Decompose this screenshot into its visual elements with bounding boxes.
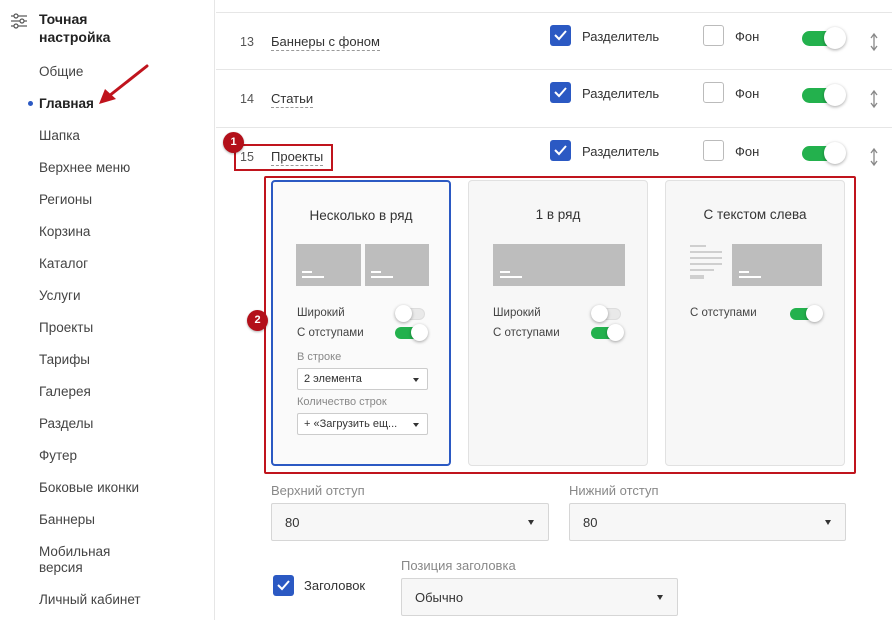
rows-count-select[interactable]: + «Загрузить ещ... (297, 413, 428, 435)
layout-card-multi[interactable]: Несколько в ряд Широкий С отступами В ст… (271, 180, 451, 466)
check-icon (554, 30, 567, 41)
sidebar-item-mobile[interactable]: Мобильная версия (39, 544, 134, 576)
section-toggle[interactable] (802, 142, 846, 164)
sidebar-item-tariffs[interactable]: Тарифы (39, 352, 189, 368)
padding-label: С отступами (690, 307, 757, 319)
sidebar-item-cart[interactable]: Корзина (39, 224, 189, 240)
wide-label: Широкий (297, 307, 345, 319)
divider-label: Разделитель (582, 29, 660, 44)
sidebar-item-footer[interactable]: Футер (39, 448, 189, 464)
row-number: 13 (240, 35, 254, 49)
per-row-select[interactable]: 2 элемента (297, 368, 428, 390)
sidebar-item-banners[interactable]: Баннеры (39, 512, 189, 528)
sidebar-item-account[interactable]: Личный кабинет (39, 592, 189, 608)
preview-image (493, 244, 625, 286)
bottom-spacing-value: 80 (583, 515, 598, 530)
check-icon (277, 580, 290, 591)
caret-down-icon (825, 520, 831, 525)
check-icon (554, 145, 567, 156)
background-label: Фон (735, 86, 760, 101)
check-icon (554, 87, 567, 98)
background-label: Фон (735, 29, 760, 44)
preview-image (296, 244, 361, 286)
sidebar-item-projects[interactable]: Проекты (39, 320, 189, 336)
preview-image (732, 244, 822, 286)
preview-image (365, 244, 429, 286)
section-toggle[interactable] (802, 27, 846, 49)
divider-checkbox[interactable] (550, 140, 571, 161)
caret-down-icon (528, 520, 534, 525)
sidebar-item-side-icons[interactable]: Боковые иконки (39, 480, 189, 496)
text-lines-icon (690, 245, 722, 283)
drag-handle-icon[interactable] (869, 89, 879, 109)
drag-handle-icon[interactable] (869, 32, 879, 52)
row-name[interactable]: Баннеры с фоном (271, 34, 380, 51)
padding-label: С отступами (493, 327, 560, 339)
annotation-badge-1: 1 (223, 132, 244, 153)
annotation-arrow (99, 64, 149, 104)
caret-down-icon (413, 378, 419, 382)
background-checkbox[interactable] (703, 82, 724, 103)
heading-position-select[interactable]: Обычно (401, 578, 678, 616)
sidebar-item-header[interactable]: Шапка (39, 128, 189, 144)
wide-toggle[interactable] (395, 305, 429, 323)
padding-toggle[interactable] (395, 324, 429, 342)
active-dot (28, 101, 33, 106)
section-row: 14 Статьи Разделитель Фон (216, 70, 892, 128)
background-checkbox[interactable] (703, 140, 724, 161)
sidebar: Точная настройка Общие Главная Шапка Вер… (0, 0, 215, 620)
sidebar-item-top-menu[interactable]: Верхнее меню (39, 160, 189, 176)
top-spacing-label: Верхний отступ (271, 483, 365, 498)
sidebar-item-catalog[interactable]: Каталог (39, 256, 189, 272)
heading-position-label: Позиция заголовка (401, 558, 516, 573)
divider-checkbox[interactable] (550, 82, 571, 103)
per-row-value: 2 элемента (304, 373, 362, 385)
bottom-spacing-select[interactable]: 80 (569, 503, 846, 541)
divider-checkbox[interactable] (550, 25, 571, 46)
sidebar-item-services[interactable]: Услуги (39, 288, 189, 304)
heading-label: Заголовок (304, 578, 366, 593)
top-spacing-value: 80 (285, 515, 300, 530)
padding-toggle[interactable] (591, 324, 625, 342)
divider-label: Разделитель (582, 86, 660, 101)
annotation-badge-2: 2 (247, 310, 268, 331)
sidebar-item-sections[interactable]: Разделы (39, 416, 189, 432)
layout-card-single[interactable]: 1 в ряд Широкий С отступами (468, 180, 648, 466)
sidebar-header: Точная настройка (10, 10, 110, 45)
caret-down-icon (657, 595, 663, 600)
sliders-icon (11, 13, 27, 29)
caret-down-icon (413, 423, 419, 427)
divider-label: Разделитель (582, 144, 660, 159)
section-toggle[interactable] (802, 84, 846, 106)
wide-toggle[interactable] (591, 305, 625, 323)
row-name[interactable]: Статьи (271, 91, 314, 108)
top-spacing-select[interactable]: 80 (271, 503, 549, 541)
section-row: 13 Баннеры с фоном Разделитель Фон (216, 12, 892, 70)
annotation-box (234, 144, 333, 171)
rows-count-caption: Количество строк (297, 396, 387, 408)
row-number: 14 (240, 92, 254, 106)
heading-checkbox[interactable] (273, 575, 294, 596)
wide-label: Широкий (493, 307, 541, 319)
background-checkbox[interactable] (703, 25, 724, 46)
background-label: Фон (735, 144, 760, 159)
card-title: 1 в ряд (535, 207, 581, 222)
drag-handle-icon[interactable] (869, 147, 879, 167)
padding-toggle[interactable] (790, 305, 824, 323)
layout-card-text-left[interactable]: С текстом слева С отступами (665, 180, 845, 466)
heading-position-value: Обычно (415, 590, 464, 605)
sidebar-item-regions[interactable]: Регионы (39, 192, 189, 208)
card-title: С текстом слева (703, 207, 807, 222)
bottom-spacing-label: Нижний отступ (569, 483, 659, 498)
padding-label: С отступами (297, 327, 364, 339)
sidebar-item-gallery[interactable]: Галерея (39, 384, 189, 400)
per-row-caption: В строке (297, 351, 342, 363)
rows-count-value: + «Загрузить ещ... (304, 418, 398, 430)
card-title: Несколько в ряд (309, 208, 413, 223)
sidebar-title: Точная настройка (39, 11, 111, 45)
